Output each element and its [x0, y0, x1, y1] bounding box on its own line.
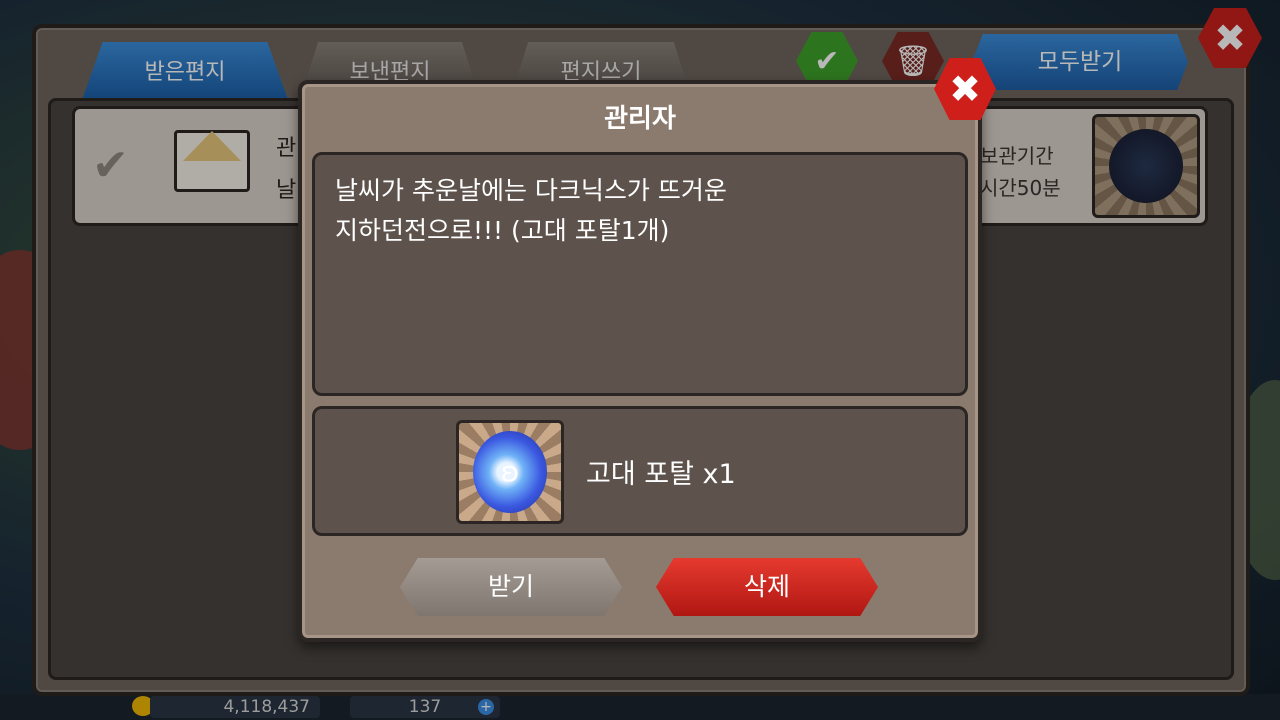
close-icon: ✖	[949, 67, 981, 111]
portal-swirl-icon: ʚ	[473, 431, 547, 513]
receive-button[interactable]: 받기	[400, 558, 622, 616]
delete-button[interactable]: 삭제	[656, 558, 878, 616]
message-line: 날씨가 추운날에는 다크닉스가 뜨거운	[335, 176, 727, 205]
message-body: 날씨가 추운날에는 다크닉스가 뜨거운 지하던전으로!!! (고대 포탈1개)	[312, 152, 968, 396]
ancient-portal-icon: ʚ	[456, 420, 564, 524]
reward-label: 고대 포탈 x1	[586, 459, 736, 490]
message-line: 지하던전으로!!! (고대 포탈1개)	[335, 216, 670, 245]
dialog-title: 관리자	[604, 104, 676, 134]
